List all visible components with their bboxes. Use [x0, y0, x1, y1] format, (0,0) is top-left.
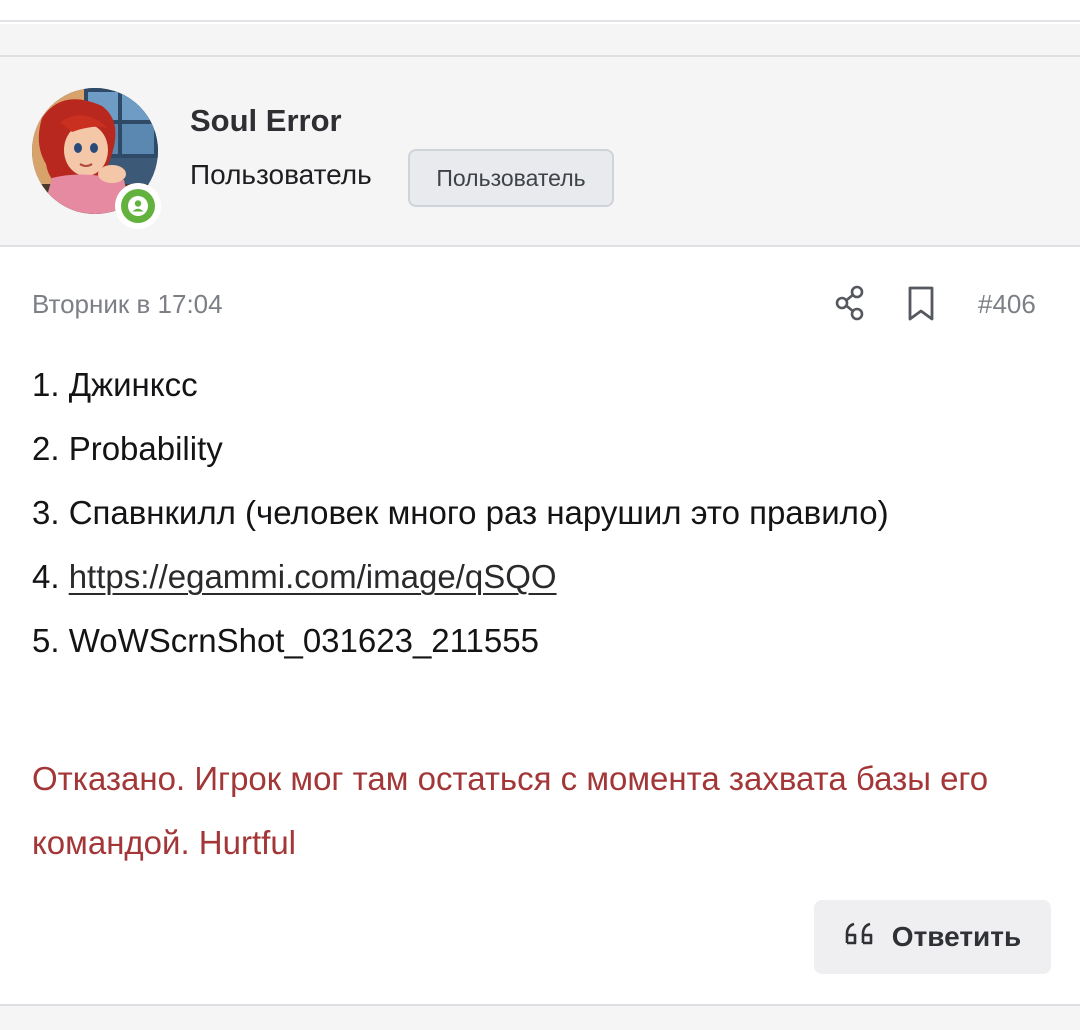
list-item: 2. Probability — [32, 430, 223, 467]
post-number-link[interactable]: #406 — [978, 289, 1036, 320]
reply-button[interactable]: Ответить — [814, 900, 1051, 974]
post-date[interactable]: Вторник в 17:04 — [32, 289, 223, 320]
quote-icon — [844, 921, 878, 954]
list-item: 4. https://egammi.com/image/qSQO — [32, 555, 1052, 619]
online-status-badge — [115, 183, 161, 229]
reply-button-label: Ответить — [891, 921, 1022, 952]
list-item-prefix: 4. — [32, 558, 69, 595]
user-online-icon — [121, 189, 155, 223]
share-icon[interactable] — [833, 284, 869, 324]
avatar[interactable] — [32, 88, 161, 229]
list-item: 5. WoWScrnShot_031623_211555 — [32, 622, 539, 659]
post-author-header: Soul Error Пользователь Пользователь — [0, 57, 1080, 247]
post-separator — [0, 24, 1080, 55]
moderator-verdict: Отказано. Игрок мог там остаться с момен… — [32, 760, 989, 861]
previous-post-edge — [0, 0, 1080, 22]
post-content: 1. Джинксс 2. Probability 3. Спавнкилл (… — [32, 363, 1052, 683]
list-item: 1. Джинксс — [32, 366, 198, 403]
author-role-badge: Пользователь — [408, 149, 614, 207]
image-link[interactable]: https://egammi.com/image/qSQO — [69, 558, 557, 595]
forum-post: Soul Error Пользователь Пользователь Вто… — [0, 55, 1080, 1006]
bookmark-icon[interactable] — [905, 284, 937, 324]
list-item: 3. Спавнкилл (человек много раз нарушил … — [32, 494, 889, 531]
author-title: Пользователь — [190, 159, 372, 190]
post-separator — [0, 1006, 1080, 1030]
author-username[interactable]: Soul Error — [190, 103, 342, 139]
